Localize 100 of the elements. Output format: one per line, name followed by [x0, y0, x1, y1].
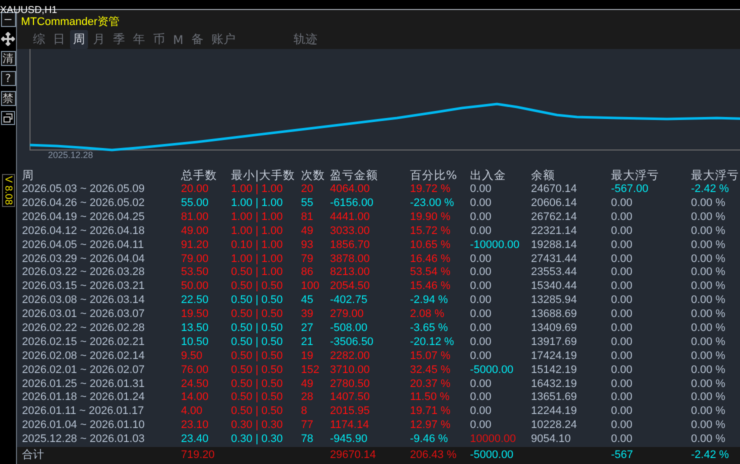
- lot-range-cell-text: 1.00 | 1.00: [231, 224, 284, 239]
- total-percent-cell-text: 206.43 %: [410, 448, 458, 463]
- percent-cell-text: 32.45 %: [410, 364, 452, 378]
- drawdown-cell-text: 0.00: [611, 350, 634, 364]
- lot-range-cell-text: 1.00 | 1.00: [231, 252, 284, 266]
- cash-flow-cell-text: 10000.00: [470, 433, 517, 448]
- drawdown-cell-text: 0.00: [611, 433, 634, 448]
- pnl-cell-text: -3506.50: [330, 336, 374, 350]
- balance-cell-text: 13688.69: [531, 308, 578, 322]
- lot-range-cell-text: 0.50 | 0.50: [231, 350, 284, 364]
- cash-flow-cell-text: 0.00: [470, 210, 492, 225]
- lots-cell-text: 79.00: [181, 252, 210, 266]
- toolbar-button[interactable]: ?: [0, 71, 16, 86]
- tab[interactable]: 综: [30, 30, 48, 49]
- week-cell-text: 2026.04.12 ~ 2026.04.18: [22, 224, 146, 239]
- lot-range-cell-text: 0.50 | 0.50: [231, 378, 284, 392]
- cash-flow-cell-text: -10000.00: [470, 238, 521, 253]
- drawdown-cell-text: 0.00: [611, 378, 634, 392]
- percent-cell-text: 19.71 %: [410, 405, 452, 420]
- lot-range-cell-text: 0.30 | 0.30: [231, 433, 284, 448]
- percent-cell-text: 15.07 %: [410, 350, 452, 364]
- percent-cell-text: 11.50 %: [410, 391, 451, 406]
- lot-range-cell-text: 0.50 | 0.50: [231, 405, 284, 420]
- count-cell-text: 100: [301, 280, 320, 294]
- lot-range-cell-text: 1.00 | 1.00: [231, 183, 284, 197]
- move-icon[interactable]: [1, 32, 15, 46]
- drawdown-percent-cell-text: 0.00 %: [691, 280, 726, 294]
- cash-flow-cell-text: 0.00: [470, 252, 492, 266]
- cash-flow-cell-text: 0.00: [470, 294, 492, 308]
- drawdown-percent-cell-text: 0.00 %: [691, 266, 726, 280]
- tab[interactable]: 季: [110, 30, 128, 49]
- week-cell-text: 2026.04.19 ~ 2026.04.25: [22, 210, 146, 225]
- count-cell-text: 21: [301, 336, 314, 350]
- column-header: 次数: [301, 167, 326, 184]
- balance-cell-text: 13285.94: [531, 294, 578, 308]
- cash-flow-cell-text: 0.00: [470, 183, 492, 197]
- toolbar-button[interactable]: 清: [0, 51, 16, 66]
- cash-flow-cell-text: 0.00: [470, 405, 492, 420]
- drawdown-percent-cell-text: 0.00 %: [691, 196, 726, 211]
- lots-cell-text: 81.00: [181, 210, 210, 225]
- cash-flow-cell-text: 0.00: [470, 196, 492, 211]
- tab[interactable]: 轨迹: [290, 30, 320, 49]
- drawdown-cell-text: 0.00: [611, 391, 634, 406]
- percent-cell-text: -2.94 %: [410, 294, 449, 308]
- toolbar-button[interactable]: −: [0, 12, 16, 27]
- tab[interactable]: 币: [150, 30, 168, 49]
- column-header: 总手数: [181, 167, 218, 184]
- pnl-cell-text: 2780.50: [330, 378, 371, 392]
- balance-cell-text: 15340.44: [531, 280, 578, 294]
- lots-cell-text: 23.40: [181, 433, 210, 448]
- column-header: 最小|大手数: [231, 167, 296, 184]
- cash-flow-cell-text: 0.00: [470, 224, 492, 239]
- balance-cell-text: 9054.10: [531, 433, 572, 448]
- lots-cell-text: 91.20: [181, 238, 210, 253]
- drawdown-percent-cell-text: 0.00 %: [691, 364, 726, 378]
- week-cell-text: 2026.01.11 ~ 2026.01.17: [22, 405, 145, 420]
- total-drawdown-percent-cell-text: -2.42 %: [691, 448, 730, 463]
- total-drawdown-cell-text: -567: [611, 448, 634, 463]
- tab[interactable]: 备: [188, 30, 206, 49]
- count-cell-text: 20: [301, 183, 314, 197]
- lot-range-cell-text: 0.50 | 0.50: [231, 308, 284, 322]
- tab[interactable]: 日: [50, 30, 68, 49]
- percent-cell-text: 2.08 %: [410, 308, 446, 322]
- week-cell-text: 2026.05.03 ~ 2026.05.09: [22, 183, 146, 197]
- tab[interactable]: 账户: [208, 30, 238, 49]
- drawdown-cell-text: 0.00: [611, 322, 634, 336]
- drawdown-percent-cell-text: 0.00 %: [691, 322, 726, 336]
- drawdown-percent-cell-text: 0.00 %: [691, 210, 726, 225]
- percent-cell-text: 53.54 %: [410, 266, 452, 280]
- pnl-cell-text: 4441.00: [330, 210, 371, 225]
- balance-cell-text: 27431.44: [531, 252, 578, 266]
- restore-window-icon[interactable]: [1, 111, 15, 125]
- lots-cell-text: 23.10: [181, 419, 210, 434]
- percent-cell-text: -3.65 %: [410, 322, 449, 336]
- drawdown-cell-text: 0.00: [611, 280, 634, 294]
- cash-flow-cell-text: 0.00: [470, 378, 492, 392]
- drawdown-cell-text: 0.00: [611, 364, 634, 378]
- cash-flow-cell-text: 0.00: [470, 308, 492, 322]
- lots-cell-text: 76.00: [181, 364, 210, 378]
- drawdown-percent-cell-text: 0.00 %: [691, 405, 726, 420]
- count-cell-text: 79: [301, 252, 314, 266]
- lots-cell-text: 22.50: [181, 294, 210, 308]
- percent-cell-text: -20.12 %: [410, 336, 456, 350]
- week-cell-text: 2026.03.29 ~ 2026.04.04: [22, 252, 146, 266]
- lot-range-cell-text: 0.50 | 0.50: [231, 280, 284, 294]
- lot-range-cell-text: 1.00 | 1.00: [231, 196, 284, 211]
- column-header: 出入金: [470, 167, 507, 184]
- lots-cell-text: 4.00: [181, 405, 204, 420]
- balance-cell-text: 13409.69: [531, 322, 578, 336]
- cash-flow-cell-text: 0.00: [470, 391, 492, 406]
- pnl-cell-text: 3033.00: [330, 224, 371, 239]
- drawdown-percent-cell-text: 0.00 %: [691, 433, 726, 448]
- toolbar-button[interactable]: 禁: [0, 91, 16, 106]
- percent-cell-text: 19.90 %: [410, 210, 452, 225]
- tab[interactable]: 月: [90, 30, 108, 49]
- pnl-cell-text: -945.90: [330, 433, 368, 448]
- tab[interactable]: M: [170, 30, 186, 49]
- tab[interactable]: 周: [70, 30, 88, 49]
- tab[interactable]: 年: [130, 30, 148, 49]
- cash-flow-cell-text: 0.00: [470, 336, 492, 350]
